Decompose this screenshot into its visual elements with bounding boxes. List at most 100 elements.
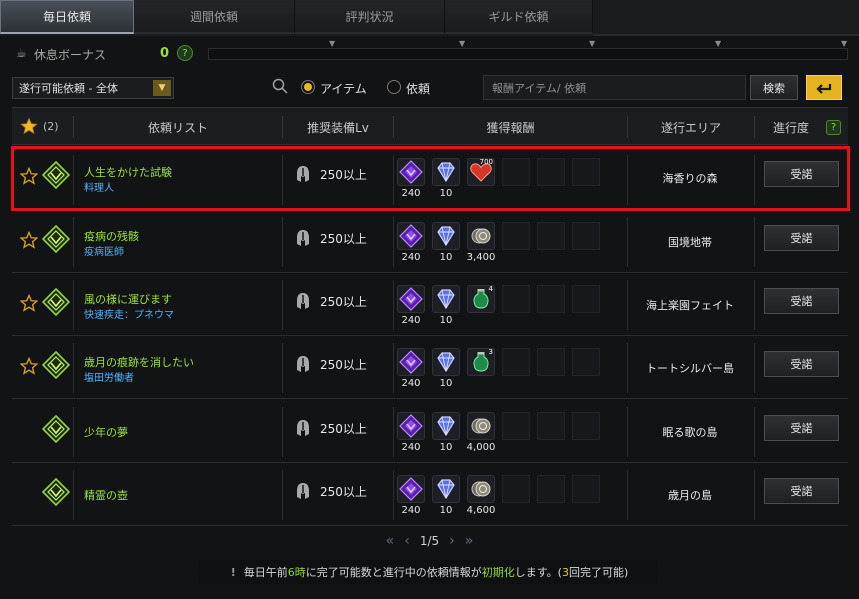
quest-filter-dropdown[interactable]: 遂行可能依頼 - 全体 ▼ [12,77,174,99]
crystal-icon[interactable] [432,475,460,503]
crystal-icon[interactable] [432,412,460,440]
exp-gem-icon[interactable] [397,158,425,186]
tab-weekly[interactable]: 週間依頼 [134,0,295,34]
empty-reward-slot [572,222,600,250]
quest-name[interactable]: 風の様に運びます [84,291,172,307]
quest-name[interactable]: 人生をかけた試験 [84,164,172,180]
dropdown-value: 遂行可能依頼 - 全体 [19,82,118,95]
quest-area: 眠る歌の島 [662,426,718,439]
notice: ! 毎日午前6時に完了可能数と進行中の依頼情報が初期化します。(3回完了可能) [0,562,859,582]
quest-npc: 塩田労働者 [84,373,134,384]
star-filled-icon[interactable] [20,117,38,135]
quest-emblem-icon [41,414,71,444]
exp-gem-icon[interactable] [397,285,425,313]
coin-reward-icon[interactable] [467,412,495,440]
quest-emblem-icon [41,224,71,254]
empty-reward-slot [502,158,530,186]
crystal-icon[interactable] [432,348,460,376]
table-row[interactable]: 風の様に運びます 快速疾走：プネウマ 250以上 240 10 4 海上楽園フェ… [12,274,848,336]
recommended-level: 250以上 [320,358,367,372]
tab-reputation[interactable]: 評判状況 [295,0,445,34]
last-page-icon[interactable]: » [465,533,474,549]
search-placeholder: 報酬アイテム/ 依頼 [492,81,587,95]
empty-reward-slot [502,475,530,503]
reward-exp-value: 240 [401,188,421,199]
coin-reward-icon[interactable] [467,222,495,250]
table-row[interactable]: 少年の夢 250以上 240 10 4,000 眠る歌の島 受諾 [12,401,848,463]
tab-daily[interactable]: 毎日依頼 [0,0,134,34]
quest-npc: 快速疾走：プネウマ [84,310,174,321]
accept-button[interactable]: 受諾 [764,225,839,251]
helmet-icon [296,292,310,310]
empty-reward-slot [572,412,600,440]
potion-reward-icon[interactable]: 3 [467,348,495,376]
empty-reward-slot [572,285,600,313]
star-outline-icon[interactable] [19,356,39,375]
reward-count-badge: 4 [488,285,493,293]
star-outline-icon[interactable] [19,230,39,249]
empty-reward-slot [572,158,600,186]
rest-bonus-gauge: ▼ ▼ ▼ ▼ ▼ [208,39,848,60]
search-button[interactable]: 検索 [750,75,798,100]
quest-name[interactable]: 精霊の壺 [84,487,128,503]
filter-row: 遂行可能依頼 - 全体 ▼ アイテム 依頼 報酬アイテム/ 依頼 検索 [0,72,859,106]
star-outline-icon[interactable] [19,166,39,185]
reset-button[interactable] [806,75,842,100]
accept-button[interactable]: 受諾 [764,478,839,504]
tab-guild[interactable]: ギルド依頼 [445,0,593,34]
star-count: (2) [43,120,59,133]
quest-area: 歳月の島 [668,489,712,502]
reward-crystal-value: 10 [439,378,453,389]
empty-reward-slot [537,348,565,376]
table-row[interactable]: 人生をかけた試験 料理人 250以上 240 10 700 海香りの森 受諾 [11,146,850,211]
table-row[interactable]: 精霊の壺 250以上 240 10 4,600 歳月の島 受諾 [12,464,848,526]
crystal-icon[interactable] [432,158,460,186]
next-page-icon[interactable]: › [449,533,455,549]
reward-exp-value: 240 [401,315,421,326]
help-icon[interactable]: ? [177,45,193,61]
coin-reward-icon[interactable] [467,475,495,503]
reward-exp-value: 240 [401,378,421,389]
exp-gem-icon[interactable] [397,475,425,503]
quest-name[interactable]: 歳月の痕跡を消したい [84,354,194,370]
helmet-icon [296,419,310,437]
help-icon[interactable]: ? [826,120,841,135]
exp-gem-icon[interactable] [397,412,425,440]
recommended-level: 250以上 [320,485,367,499]
notice-text: 毎日午前6時に完了可能数と進行中の依頼情報が初期化します。(3回完了可能) [243,566,629,579]
heart-reward-icon[interactable]: 700 [467,158,495,186]
recommended-level: 250以上 [320,295,367,309]
prev-page-icon[interactable]: ‹ [404,533,410,549]
reward-crystal-value: 10 [439,315,453,326]
reward-silver-value: 4,600 [466,505,496,516]
empty-reward-slot [502,348,530,376]
quest-name[interactable]: 少年の夢 [84,424,128,440]
accept-button[interactable]: 受諾 [764,161,839,187]
quest-area: 海上楽園フェイト [646,299,734,312]
reward-count-badge: 3 [488,348,493,356]
radio-item[interactable] [301,80,315,94]
star-outline-icon[interactable] [19,293,39,312]
potion-reward-icon[interactable]: 4 [467,285,495,313]
table-row[interactable]: 疫病の残骸 疫病医師 250以上 240 10 3,400 国境地帯 受諾 [12,211,848,273]
crystal-icon[interactable] [432,222,460,250]
crystal-icon[interactable] [432,285,460,313]
page-indicator: 1/5 [419,534,440,548]
empty-reward-slot [572,475,600,503]
tab-bar: 毎日依頼 週間依頼 評判状況 ギルド依頼 [0,0,859,36]
accept-button[interactable]: 受諾 [764,288,839,314]
accept-button[interactable]: 受諾 [764,415,839,441]
header-area: 遂行エリア [660,120,721,135]
empty-reward-slot [537,158,565,186]
quest-npc: 疫病医師 [84,247,124,258]
exp-gem-icon[interactable] [397,222,425,250]
search-input[interactable]: 報酬アイテム/ 依頼 [483,75,746,100]
empty-reward-slot [502,285,530,313]
quest-name[interactable]: 疫病の残骸 [84,228,139,244]
accept-button[interactable]: 受諾 [764,351,839,377]
table-row[interactable]: 歳月の痕跡を消したい 塩田労働者 250以上 240 10 3 トートシルバー島… [12,337,848,399]
exp-gem-icon[interactable] [397,348,425,376]
quest-area: 海香りの森 [662,172,718,185]
first-page-icon[interactable]: « [386,533,395,549]
radio-quest[interactable] [387,80,401,94]
